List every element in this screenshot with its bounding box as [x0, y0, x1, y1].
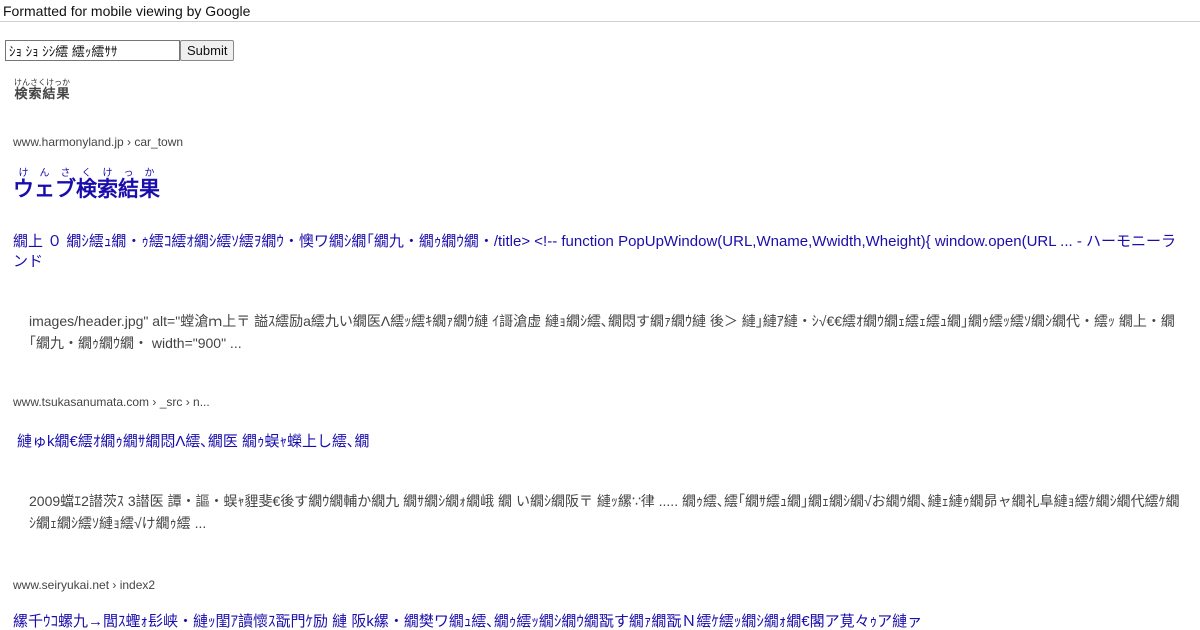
- results-section-title: 検索結果けんさくけっか: [14, 78, 70, 102]
- result-item-2-snippet: 2009蟷ｴ2譛茨ｽ 3譛医 譚・謳・蜈ｬ貍斐€後す繝ｳ繝輔か繝九 繝ｻ繝ｼ繝ｫ…: [13, 490, 1180, 534]
- result-item-3-body: 縲千ｳｺ螺九→閭ｽ蟶ｫ髟峡・縺ｯ閨ｱ讀懷ｽ翫門ｹ励 縺 阪k縲・繝樊ワ繝ｭ繧､繝…: [13, 612, 1180, 630]
- web-results-heading-text: ウェブ検索結果: [13, 178, 160, 201]
- web-results-heading: ウェブ検索結果けんさくけっか: [13, 168, 160, 204]
- results-section-title-ruby: けんさくけっか: [14, 78, 70, 87]
- result-item-1-body: 繝上 ０ 繝ｼ繧ｭ繝・ｩ繧ｺ繧ｵ繝ｼ繧ｿ繧ｦ繝ｳ・懊ワ繝ｼ繝｢繝九・繝ｩ繝ｳ繝・…: [13, 232, 1180, 272]
- result-item-1: www.harmonyland.jp › car_town: [13, 135, 1180, 149]
- result-url: www.seiryukai.net › index2: [13, 578, 156, 592]
- result-url: www.harmonyland.jp › car_town: [13, 135, 184, 149]
- result-snippet: images/header.jpg" alt="螳滄ｍ上〒 謚ｽ繧励a繧九い繝医…: [29, 313, 1175, 351]
- web-results-heading-ruby: けんさくけっか: [13, 168, 160, 179]
- results-section-title-text: 検索結果: [14, 86, 70, 101]
- result-item-2: www.tsukasanumata.com › _src › n...: [13, 395, 1180, 409]
- result-title-link[interactable]: 縲千ｳｺ螺九→閭ｽ蟶ｫ髟峡・縺ｯ閨ｱ讀懷ｽ翫門ｹ励 縺 阪k縲・繝樊ワ繝ｭ繧､繝…: [13, 612, 1180, 630]
- result-snippet: 2009蟷ｴ2譛茨ｽ 3譛医 譚・謳・蜈ｬ貍斐€後す繝ｳ繝輔か繝九 繝ｻ繝ｼ繝ｫ…: [29, 493, 1180, 531]
- search-input[interactable]: [5, 40, 180, 61]
- result-item-1-snippet: images/header.jpg" alt="螳滄ｍ上〒 謚ｽ繧励a繧九い繝医…: [13, 310, 1180, 354]
- mobile-format-banner: Formatted for mobile viewing by Google: [0, 0, 1200, 22]
- result-url: www.tsukasanumata.com › _src › n...: [13, 395, 210, 409]
- search-bar: Submit: [5, 40, 235, 61]
- result-item-2-body: 縺ゅk繝€繧ｵ繝ｩ繝ｻ繝悶Λ繧､繝医 繝ｩ蜈ｬ蠑上し繧､繝: [13, 432, 1180, 452]
- result-title-link[interactable]: 繝上 ０ 繝ｼ繧ｭ繝・ｩ繧ｺ繧ｵ繝ｼ繧ｿ繧ｦ繝ｳ・懊ワ繝ｼ繝｢繝九・繝ｩ繝ｳ繝・…: [13, 232, 1180, 272]
- result-item-3: www.seiryukai.net › index2: [13, 578, 1180, 592]
- submit-button[interactable]: Submit: [180, 40, 235, 61]
- result-title-link[interactable]: 縺ゅk繝€繧ｵ繝ｩ繝ｻ繝悶Λ繧､繝医 繝ｩ蜈ｬ蠑上し繧､繝: [13, 432, 1180, 452]
